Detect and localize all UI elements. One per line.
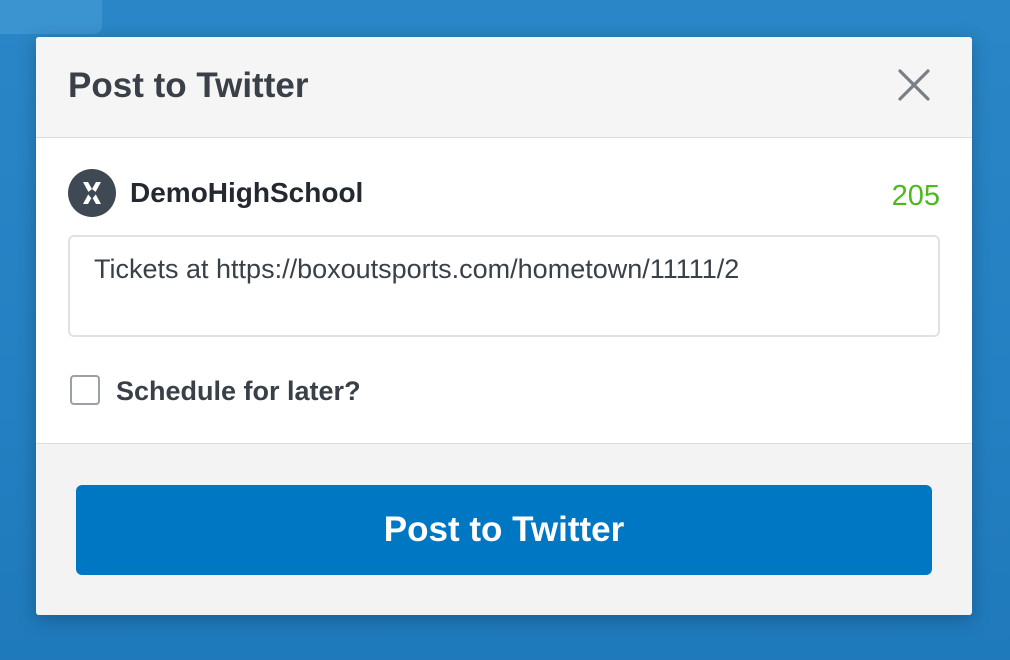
school-logo-icon [83, 182, 101, 204]
dialog-header: Post to Twitter [36, 37, 972, 138]
schedule-checkbox[interactable] [70, 375, 100, 405]
account-row: DemoHighSchool 205 [68, 169, 940, 217]
post-to-twitter-dialog: Post to Twitter DemoHighSchool 205 Ticke… [36, 37, 972, 615]
avatar [68, 169, 116, 217]
character-counter: 205 [891, 180, 940, 212]
account-name: DemoHighSchool [130, 177, 364, 208]
dialog-footer: Post to Twitter [36, 443, 972, 615]
close-button[interactable] [894, 65, 934, 105]
schedule-label[interactable]: Schedule for later? [116, 375, 361, 407]
tweet-text-input[interactable]: Tickets at https://boxoutsports.com/home… [68, 235, 940, 337]
dialog-title: Post to Twitter [68, 66, 309, 105]
schedule-row: Schedule for later? [70, 373, 470, 409]
close-icon [898, 69, 930, 101]
background-tab [0, 0, 102, 34]
post-to-twitter-button[interactable]: Post to Twitter [76, 485, 932, 575]
